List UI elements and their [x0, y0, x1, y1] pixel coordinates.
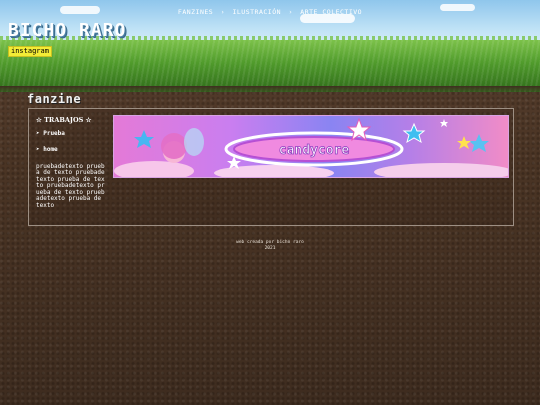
nav-separator: ›: [288, 8, 293, 16]
banner-art: candycore: [114, 117, 508, 177]
nav-arte-colectivo[interactable]: ARTE COLECTIVO: [300, 8, 362, 16]
sidebar-text: pruebadetexto prueba de texto pruebadete…: [36, 162, 105, 209]
sidebar: ☆ TRABAJOS ☆ ➤ Prueba ➤ home pruebadetex…: [36, 117, 108, 209]
section-title: fanzine: [27, 92, 82, 106]
sidebar-link-home[interactable]: ➤ home: [36, 146, 108, 154]
site-title[interactable]: BICHO RARO: [8, 20, 126, 41]
grass-strip: [0, 40, 540, 92]
footer-year: 2021: [264, 245, 276, 251]
banner-text: candycore: [279, 143, 350, 158]
nav-fanzines[interactable]: FANZINES: [178, 8, 213, 16]
sidebar-heading: ☆ TRABAJOS ☆: [36, 116, 92, 124]
top-navigation: FANZINES › ILUSTRACIÓN › ARTE COLECTIVO: [0, 8, 540, 16]
instagram-link[interactable]: instagram: [8, 46, 52, 57]
banner-image: candycore: [113, 115, 509, 178]
nav-separator: ›: [220, 8, 226, 16]
nav-ilustracion[interactable]: ILUSTRACIÓN: [232, 8, 281, 16]
footer: web creada por bicho raro 2021: [0, 240, 540, 251]
content-panel: ☆ TRABAJOS ☆ ➤ Prueba ➤ home pruebadetex…: [28, 108, 514, 226]
sidebar-link-prueba[interactable]: ➤ Prueba: [36, 130, 108, 138]
